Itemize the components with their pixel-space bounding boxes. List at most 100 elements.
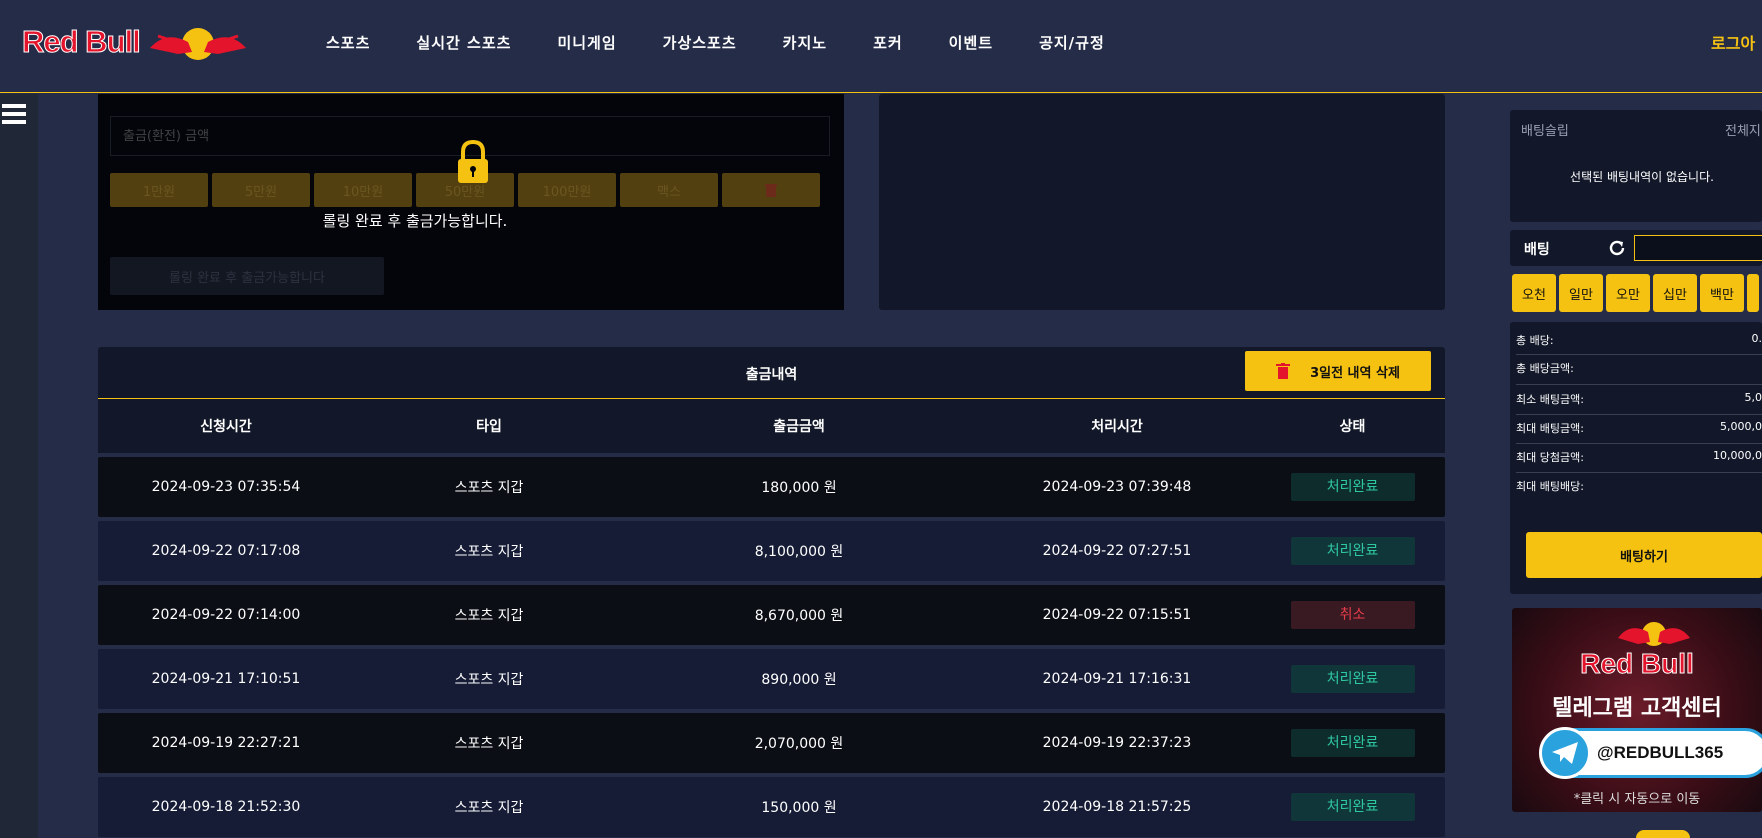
withdraw-amount: 8,670,000 원 [754, 608, 844, 624]
table-row: 2024-09-18 21:52:30 스포츠 지갑 150,000 원 2024-0… [98, 777, 1445, 837]
status-badge: 처리완료 [1290, 473, 1415, 501]
info-value: 5,000,0 [1720, 420, 1762, 433]
history-columns: 신청시간 타입 출금금액 처리시간 상태 [98, 399, 1445, 453]
withdraw-amount: 2,070,000 원 [754, 736, 844, 752]
requested-time: 2024-09-22 07:14:00 [151, 607, 301, 623]
info-label: 최대 당첨금액: [1516, 451, 1584, 464]
info-value: 5,0 [1744, 391, 1762, 404]
wallet-type: 스포츠 지갑 [454, 800, 524, 816]
col-requested: 신청시간 [200, 419, 252, 435]
betslip-panel: 배팅슬립 전체지 선택된 배팅내역이 없습니다. [1510, 110, 1762, 222]
processed-time: 2024-09-23 07:39:48 [1042, 479, 1192, 495]
nav-minigame[interactable]: 미니게임 [557, 32, 616, 53]
left-sidebar [0, 94, 38, 838]
quick-amount-button[interactable]: 1만원 [110, 173, 208, 207]
info-panel [879, 94, 1445, 310]
info-label: 총 배당금액: [1516, 362, 1574, 375]
banner-title: 텔레그램 고객센터 [1552, 696, 1722, 721]
clear-amount-button[interactable] [722, 173, 820, 207]
info-label: 최소 배팅금액: [1516, 393, 1584, 406]
bet-label: 배팅 [1524, 242, 1550, 258]
processed-time: 2024-09-19 22:37:23 [1042, 735, 1192, 751]
status-badge: 처리완료 [1290, 729, 1415, 757]
col-amount: 출금금액 [773, 419, 825, 435]
bet-amount-button[interactable]: 십만 [1653, 274, 1697, 312]
table-row: 2024-09-22 07:17:08 스포츠 지갑 8,100,000 원 2024… [98, 521, 1445, 581]
info-label: 총 배당: [1516, 334, 1554, 347]
betslip-clear-all[interactable]: 전체지 [1725, 120, 1761, 139]
nav-event[interactable]: 이벤트 [949, 32, 993, 53]
info-label: 최대 배팅금액: [1516, 422, 1584, 435]
bet-amount-button[interactable] [1747, 274, 1759, 312]
trash-icon [1276, 363, 1291, 379]
banner-note: *클릭 시 자동으로 이동 [1573, 792, 1701, 807]
bet-amount-button[interactable]: 일만 [1559, 274, 1603, 312]
nav-poker[interactable]: 포커 [873, 32, 903, 53]
quick-amount-button[interactable]: 10만원 [314, 173, 412, 207]
info-value: 10,000,0 [1713, 449, 1762, 462]
history-header: 출금내역 3일전 내역 삭제 [98, 347, 1445, 399]
menu-icon[interactable] [2, 104, 26, 124]
col-status: 상태 [1339, 419, 1366, 435]
requested-time: 2024-09-23 07:35:54 [151, 479, 301, 495]
telegram-banner[interactable]: Red Bull 텔레그램 고객센터 @REDBULL365 *클릭 시 자동으… [1512, 608, 1762, 812]
nav-live-sports[interactable]: 실시간 스포츠 [416, 32, 511, 53]
status-badge: 처리완료 [1290, 793, 1415, 821]
wallet-type: 스포츠 지갑 [454, 544, 524, 560]
processed-time: 2024-09-21 17:16:31 [1042, 671, 1192, 687]
quick-amount-button[interactable]: 5만원 [212, 173, 310, 207]
delete-history-button[interactable]: 3일전 내역 삭제 [1245, 351, 1431, 391]
requested-time: 2024-09-19 22:27:21 [151, 735, 301, 751]
requested-time: 2024-09-22 07:17:08 [151, 543, 301, 559]
telegram-handle: @REDBULL365 [1597, 743, 1724, 762]
info-label: 최대 배팅배당: [1516, 480, 1584, 493]
redbull-logo[interactable]: Red Bull [22, 20, 248, 64]
lock-message: 롤링 완료 후 출금가능합니다. [322, 212, 508, 230]
bet-amount-header: 배팅 [1510, 230, 1762, 266]
withdraw-history: 출금내역 3일전 내역 삭제 신청시간 타입 출금금액 처리시간 상태 2024… [98, 347, 1445, 838]
betslip-title: 배팅슬립 [1521, 124, 1569, 139]
main-nav: 스포츠 실시간 스포츠 미니게임 가상스포츠 카지노 포커 이벤트 공지/규정 [326, 32, 1151, 53]
bulls-logo-icon [149, 28, 246, 60]
table-row: 2024-09-19 22:27:21 스포츠 지갑 2,070,000 원 2024… [98, 713, 1445, 773]
history-title: 출금내역 [745, 367, 798, 383]
table-row: 2024-09-21 17:10:51 스포츠 지갑 890,000 원 2024-0… [98, 649, 1445, 709]
table-row: 2024-09-22 07:14:00 스포츠 지갑 8,670,000 원 2024… [98, 585, 1445, 645]
wallet-type: 스포츠 지갑 [454, 672, 524, 688]
betslip-empty-message: 선택된 배팅내역이 없습니다. [1570, 170, 1714, 184]
bet-amount-button[interactable]: 백만 [1700, 274, 1744, 312]
trash-icon [765, 184, 777, 197]
processed-time: 2024-09-18 21:57:25 [1042, 799, 1192, 815]
withdraw-submit-button[interactable]: 롤링 완료 후 출금가능합니다 [110, 257, 384, 295]
telegram-icon [1539, 727, 1591, 779]
table-row: 2024-09-23 07:35:54 스포츠 지갑 180,000 원 2024-0… [98, 457, 1445, 517]
bet-amount-buttons: 오천 일만 오만 십만 백만 [1512, 274, 1762, 312]
info-value: 0. [1751, 332, 1762, 345]
bet-amount-button[interactable]: 오천 [1512, 274, 1556, 312]
lock-icon [458, 140, 488, 183]
withdraw-amount: 150,000 원 [761, 800, 837, 816]
nav-virtual-sports[interactable]: 가상스포츠 [663, 32, 737, 53]
nav-notice[interactable]: 공지/규정 [1039, 32, 1105, 53]
quick-amount-button[interactable]: 맥스 [620, 173, 718, 207]
logo-text: Red Bull [22, 24, 142, 60]
status-badge: 처리완료 [1290, 665, 1415, 693]
bet-amount-button[interactable]: 오만 [1606, 274, 1650, 312]
nav-casino[interactable]: 카지노 [783, 32, 827, 53]
nav-sports[interactable]: 스포츠 [326, 32, 370, 53]
logout-link[interactable]: 로그아 [1711, 30, 1755, 54]
status-badge: 취소 [1290, 601, 1415, 629]
bet-amount-input[interactable] [1634, 235, 1762, 261]
place-bet-button[interactable]: 배팅하기 [1526, 532, 1762, 578]
requested-time: 2024-09-18 21:52:30 [151, 799, 301, 815]
col-processed: 처리시간 [1091, 419, 1143, 435]
withdraw-amount: 180,000 원 [761, 480, 837, 496]
refresh-icon[interactable] [1608, 239, 1626, 257]
requested-time: 2024-09-21 17:10:51 [151, 671, 301, 687]
quick-amount-button[interactable]: 100만원 [518, 173, 616, 207]
withdraw-form: 1만원 5만원 10만원 50만원 100만원 맥스 롤링 완료 후 출금가능합… [98, 94, 844, 310]
telegram-handle-pill: @REDBULL365 [1539, 727, 1762, 779]
withdraw-amount: 890,000 원 [761, 672, 837, 688]
wallet-type: 스포츠 지갑 [454, 608, 524, 624]
processed-time: 2024-09-22 07:15:51 [1042, 607, 1192, 623]
